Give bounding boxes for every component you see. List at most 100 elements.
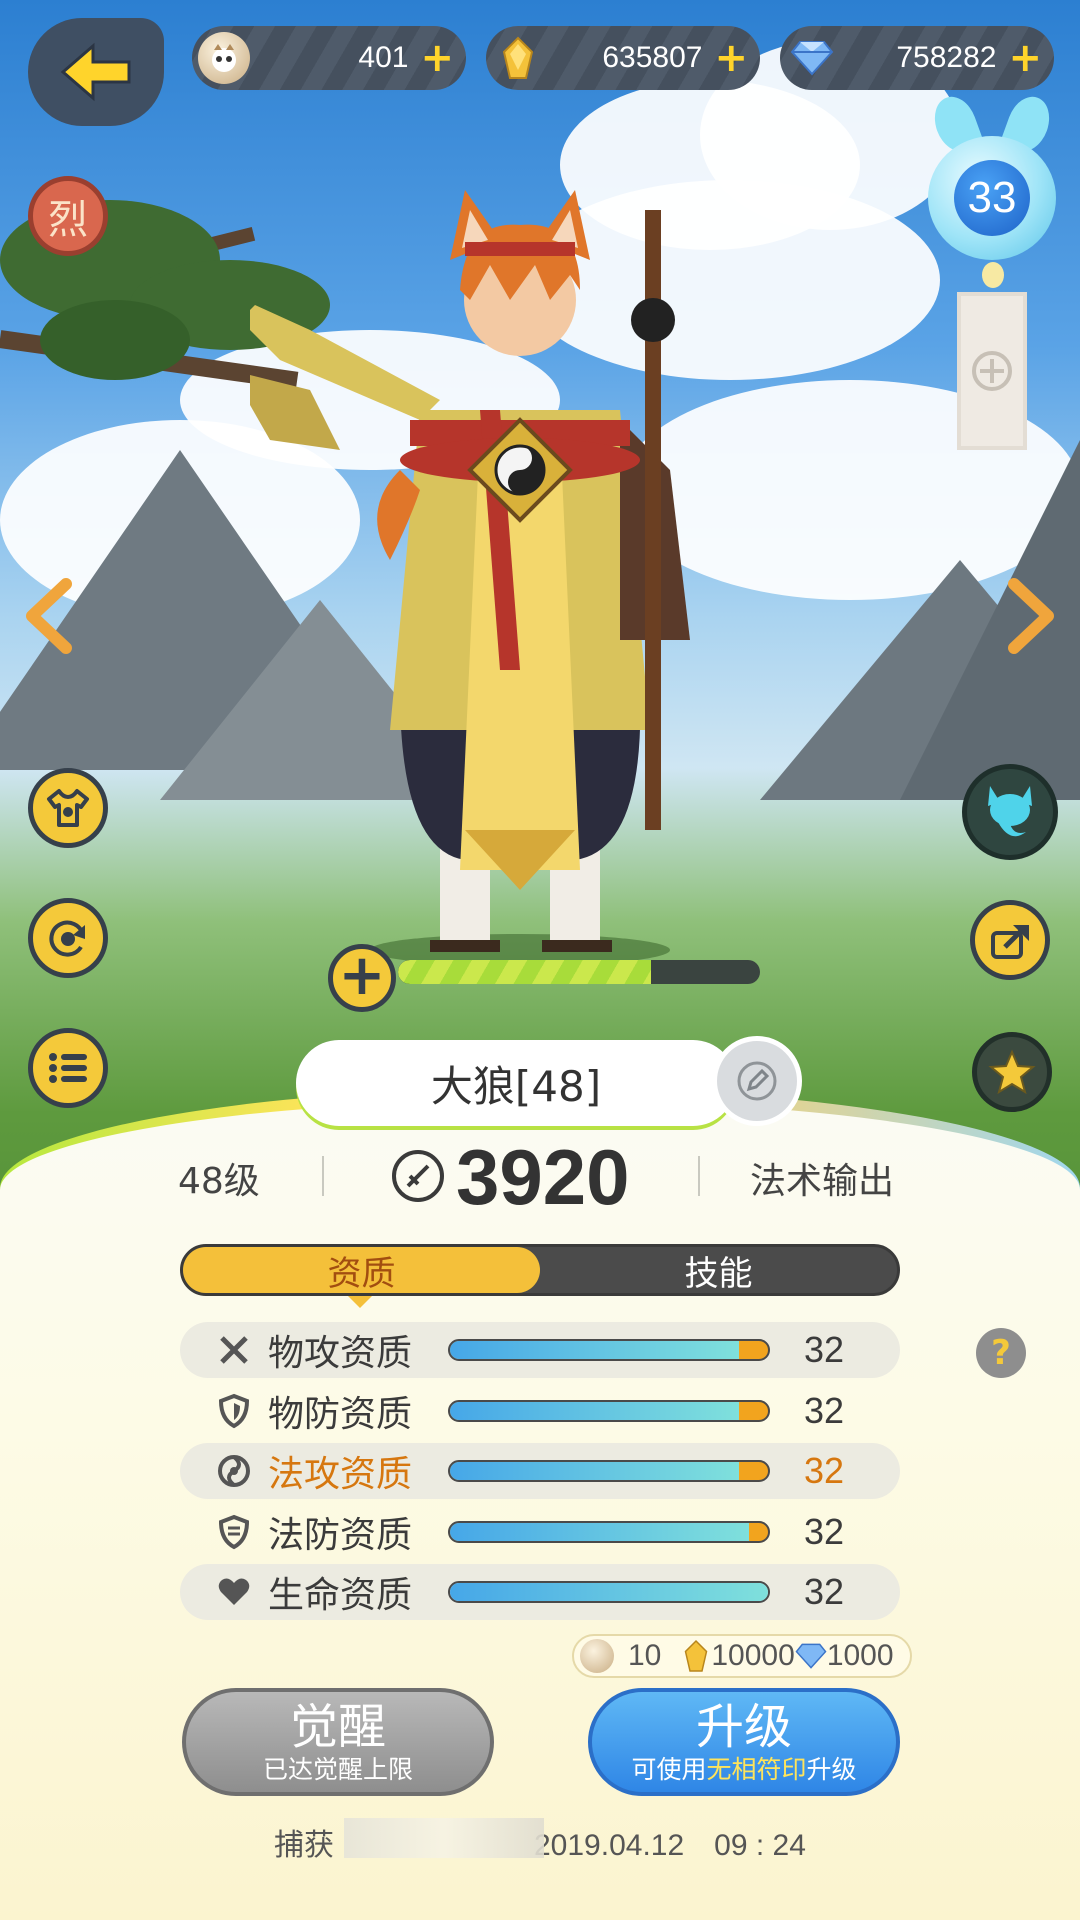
gold-ingot-icon — [685, 1639, 708, 1672]
aptitude-label: 物攻资质 — [268, 1333, 413, 1374]
diamond-icon — [786, 32, 838, 84]
shirt-icon — [47, 789, 89, 827]
favorite-button[interactable] — [972, 1032, 1052, 1112]
aptitude-list: 物攻资质 32 物防资质 32 法攻资质 32 法防资质 32 生命资质 32 — [180, 1322, 900, 1625]
aptitude-bar — [448, 1399, 770, 1422]
upgrade-sub-prefix: 可使用 — [631, 1755, 707, 1784]
combat-power-icon — [392, 1150, 444, 1202]
menu-list-button[interactable] — [28, 1028, 108, 1108]
cost-diamond: 1000 — [826, 1639, 894, 1672]
aptitude-value: 32 — [804, 1510, 845, 1552]
lantern-level-number: 33 — [954, 160, 1030, 236]
combat-power-value: 3920 — [456, 1133, 630, 1221]
active-tab-pointer — [348, 1296, 372, 1308]
crossed-swords-icon — [214, 1330, 254, 1370]
aptitude-row-physical-attack: 物攻资质 32 — [180, 1322, 900, 1378]
diamond-value: 758282 — [896, 41, 997, 74]
awaken-label: 觉醒 — [289, 1699, 386, 1755]
currency-diamond[interactable]: 758282 + — [780, 26, 1054, 90]
aptitude-label: 法攻资质 — [268, 1454, 413, 1495]
pet-name-label: 大狼[48] — [296, 1040, 736, 1126]
gold-value: 635807 — [602, 41, 703, 74]
pet-stats-row: 48级 3920 法术输出 — [0, 1133, 1080, 1221]
bell-icon — [982, 262, 1004, 288]
pet-level: 48级 — [178, 1161, 260, 1202]
exp-progress-fill — [398, 960, 652, 984]
aptitude-value: 32 — [804, 1389, 845, 1431]
cost-pet-coin: 10 — [628, 1639, 662, 1672]
previous-pet-arrow-icon[interactable] — [20, 576, 80, 656]
talisman-charm[interactable] — [957, 292, 1027, 450]
aptitude-value: 32 — [804, 1571, 845, 1612]
share-icon — [991, 925, 1029, 959]
level-lantern[interactable]: 33 — [922, 90, 1062, 276]
shield-icon — [214, 1391, 254, 1431]
redacted-area — [344, 1818, 544, 1858]
awaken-button[interactable]: 觉醒 已达觉醒上限 — [182, 1688, 494, 1796]
upgrade-label: 升级 — [695, 1699, 792, 1755]
aptitude-label: 法防资质 — [268, 1514, 413, 1556]
pet-spirit-button[interactable] — [962, 764, 1058, 860]
aptitude-bar — [448, 1520, 770, 1543]
next-pet-arrow-icon[interactable] — [1000, 576, 1060, 656]
add-exp-button[interactable]: + — [328, 944, 396, 1012]
aptitude-row-health: 生命资质 32 — [180, 1564, 900, 1620]
add-gold-icon[interactable]: + — [714, 38, 748, 78]
pencil-edit-icon — [737, 1061, 777, 1101]
aptitude-bar-fill — [450, 1462, 740, 1480]
tab-bar: 资质 技能 — [180, 1244, 900, 1296]
back-arrow-icon — [60, 42, 131, 102]
list-icon — [49, 1053, 87, 1083]
diamond-icon — [795, 1643, 827, 1669]
capture-date: 2019.04.12 09 : 24 — [534, 1829, 806, 1862]
pet-character-figure — [250, 190, 690, 966]
aptitude-bar-fill — [450, 1583, 768, 1601]
aptitude-bar — [448, 1460, 770, 1482]
cost-gold: 10000 — [711, 1639, 795, 1672]
upgrade-button[interactable]: 升级 可使用无相符印升级 — [588, 1688, 900, 1796]
aptitude-bar — [448, 1581, 770, 1603]
cat-spirit-icon — [988, 786, 1032, 837]
aptitude-row-physical-defense: 物防资质 32 — [180, 1383, 900, 1439]
magic-swirl-icon — [214, 1451, 254, 1491]
heart-icon — [214, 1572, 254, 1612]
awaken-sublabel: 已达觉醒上限 — [262, 1755, 413, 1784]
add-pet-coin-icon[interactable]: + — [420, 38, 454, 78]
pet-coin-icon — [580, 1639, 614, 1673]
tab-aptitude[interactable]: 资质 — [183, 1247, 540, 1294]
currency-gold[interactable]: 635807 + — [486, 26, 760, 90]
currency-pet-coin[interactable]: 401 + — [192, 26, 466, 90]
aptitude-row-magic-attack: 法攻资质 32 — [180, 1443, 900, 1499]
aptitude-label: 生命资质 — [268, 1575, 413, 1616]
aptitude-label: 物防资质 — [268, 1393, 413, 1435]
star-icon — [988, 1049, 1036, 1095]
pet-role: 法术输出 — [750, 1161, 895, 1202]
refresh-button[interactable] — [28, 898, 108, 978]
aptitude-bar-fill — [450, 1341, 740, 1359]
aptitude-value: 32 — [804, 1329, 845, 1370]
pet-coin-value: 401 — [358, 41, 409, 74]
refresh-cycle-icon — [49, 920, 85, 957]
aptitude-row-magic-defense: 法防资质 32 — [180, 1504, 900, 1560]
exp-progress-bar — [398, 960, 760, 984]
magic-shield-icon — [214, 1512, 254, 1552]
upgrade-sub-item: 无相符印 — [706, 1755, 807, 1784]
aptitude-bar-fill — [450, 1522, 749, 1541]
capture-prefix: 捕获 — [274, 1829, 334, 1862]
add-diamond-icon[interactable]: + — [1008, 38, 1042, 78]
upgrade-sublabel: 可使用无相符印升级 — [631, 1755, 856, 1785]
rename-button[interactable] — [712, 1036, 802, 1126]
share-button[interactable] — [970, 900, 1050, 980]
tab-skills[interactable]: 技能 — [540, 1247, 897, 1294]
trait-badge-lie[interactable]: 烈 — [28, 176, 108, 256]
help-button[interactable]: ? — [976, 1328, 1026, 1378]
aptitude-bar — [448, 1339, 770, 1361]
pet-coin-icon — [198, 32, 250, 84]
gold-ingot-icon — [492, 32, 544, 84]
outfit-button[interactable] — [28, 768, 108, 848]
back-button[interactable] — [28, 18, 164, 126]
aptitude-bar-fill — [450, 1401, 740, 1420]
upgrade-cost: 10 10000 1000 — [572, 1634, 912, 1678]
aptitude-value: 32 — [804, 1450, 845, 1491]
talisman-symbol-icon — [972, 351, 1012, 391]
